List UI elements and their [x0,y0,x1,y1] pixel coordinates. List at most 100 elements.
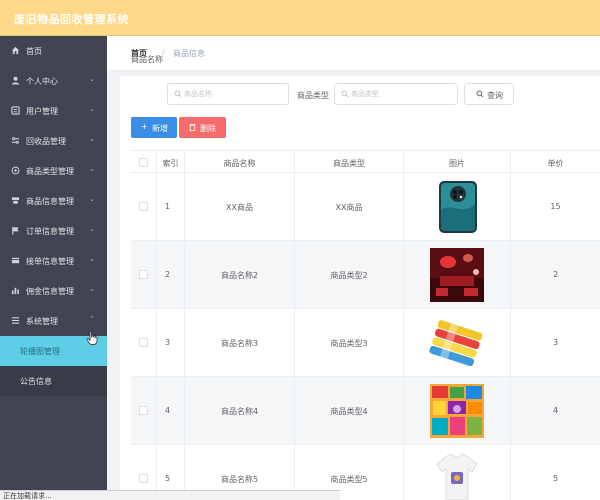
select-all-checkbox[interactable] [139,158,148,167]
sidebar-subitem-label: 公告信息 [20,377,52,386]
chevron-down-icon: ⌄ [89,285,95,293]
row-price: 3 [552,338,559,347]
header-goods-name: 商品名称 [223,159,256,168]
row-checkbox[interactable] [139,338,148,347]
user-icon [11,76,20,85]
delete-button-label: 删除 [200,124,216,133]
row-goods-name: 商品名称5 [220,475,259,484]
status-text: 正在加载请求... [3,492,52,500]
chevron-down-icon: ⌄ [89,105,95,113]
recycle-icon [11,137,20,144]
category-icon [11,166,20,175]
goods-icon [11,197,20,204]
add-button[interactable]: + 新增 [131,117,177,138]
chevron-up-icon: ⌃ [89,315,95,323]
table-header-row: 索引 商品名称 商品类型 图片 单价 [131,150,600,173]
search-icon [341,90,349,98]
sidebar-item-label: 系统管理 [26,317,58,326]
row-goods-name: 商品名称4 [220,407,259,416]
row-checkbox[interactable] [139,406,148,415]
goods-name-input[interactable] [184,87,284,101]
chevron-down-icon: ⌄ [89,195,95,203]
sidebar-item-recycle[interactable]: 回收品管理 ⌄ [0,126,107,156]
sidebar-item-users[interactable]: 用户管理 ⌄ [0,96,107,126]
sidebar-item-label: 用户管理 [26,107,58,116]
table-row: 2 商品名称2 商品类型2 2 [131,241,600,309]
breadcrumb: 首页 / 商品信息 [107,36,600,70]
chevron-down-icon: ⌄ [89,165,95,173]
row-price: 15 [550,202,561,211]
sidebar-item-profile[interactable]: 个人中心 ⌄ [0,66,107,96]
row-price: 5 [552,474,559,483]
table-row: 1 XX商品 XX商品 15 [131,173,600,241]
add-button-label: 新增 [152,124,168,133]
users-icon [11,106,20,115]
goods-name-label: 商品名称 [131,55,163,64]
sidebar-item-order-info[interactable]: 订单信息管理 ⌄ [0,216,107,246]
sidebar-item-home[interactable]: 首页 [0,36,107,66]
search-button-label: 查询 [487,91,503,100]
goods-type-field[interactable] [334,83,458,105]
sidebar-item-goods-type[interactable]: 商品类型管理 ⌄ [0,156,107,186]
row-goods-name: 商品名称2 [220,271,259,280]
header-price: 单价 [547,159,564,168]
sidebar-subitem-label: 轮播图管理 [20,347,60,356]
goods-thumbnail-phone [439,181,477,233]
row-goods-type: 商品类型4 [330,407,368,416]
flag-icon [12,226,19,235]
trash-icon [189,124,196,131]
header-index: 索引 [162,159,179,168]
sidebar-item-goods-info[interactable]: 商品信息管理 ⌄ [0,186,107,216]
header-image: 图片 [449,159,465,168]
chevron-down-icon: ⌄ [89,135,95,143]
row-goods-name: 商品名称3 [220,339,259,348]
top-header: 废旧物品回收管理系统 [0,0,600,36]
goods-thumbnail-assortment [430,384,484,438]
sidebar-item-label: 首页 [26,47,42,56]
breadcrumb-current: 商品信息 [173,49,205,58]
row-goods-type: 商品类型2 [330,271,368,280]
goods-thumbnail-snacks [429,316,485,370]
chevron-down-icon: ⌄ [89,225,95,233]
goods-thumbnail-interior [430,248,484,302]
table-row: 4 商品名称4 商品类型4 4 [131,377,600,445]
header-goods-type: 商品类型 [333,159,365,168]
sidebar-item-commission[interactable]: 佣金信息管理 ⌄ [0,276,107,306]
sidebar: 首页 个人中心 ⌄ 用户管理 ⌄ 回收品管理 ⌄ 商品类型管理 ⌄ 商品信息管理… [0,36,107,500]
goods-type-label: 商品类型 [297,91,329,100]
home-icon [11,46,20,55]
row-goods-type: 商品类型3 [330,339,368,348]
sidebar-item-label: 接单信息管理 [26,257,74,266]
search-icon [476,90,484,98]
row-checkbox[interactable] [139,270,148,279]
sidebar-item-label: 商品信息管理 [26,197,74,206]
row-goods-type: XX商品 [335,203,363,212]
row-checkbox[interactable] [139,202,148,211]
app-title: 废旧物品回收管理系统 [14,13,129,26]
menu-icon [11,317,20,324]
search-button[interactable]: 查询 [464,83,514,105]
chevron-down-icon: ⌄ [89,255,95,263]
sidebar-item-label: 回收品管理 [26,137,66,146]
goods-thumbnail-tshirt [433,452,481,500]
browser-status-bar: 正在加载请求... [0,490,340,500]
row-goods-type: 商品类型5 [330,475,368,484]
chevron-down-icon: ⌄ [89,75,95,83]
sidebar-item-label: 订单信息管理 [26,227,74,236]
goods-name-field[interactable] [167,83,289,105]
row-goods-name: XX商品 [226,203,253,212]
sidebar-item-label: 佣金信息管理 [26,287,74,296]
goods-type-input[interactable] [351,87,451,101]
sidebar-item-label: 商品类型管理 [26,167,74,176]
row-checkbox[interactable] [139,474,148,483]
table-row: 3 商品名称3 商品类型3 3 [131,309,600,377]
sidebar-subitem-notice[interactable]: 公告信息 [0,366,107,396]
row-price: 2 [552,270,559,279]
sidebar-item-accept-order[interactable]: 接单信息管理 ⌄ [0,246,107,276]
sidebar-item-label: 个人中心 [26,77,58,86]
chart-icon [11,287,19,295]
row-price: 4 [552,406,559,415]
plus-icon: + [141,122,148,131]
order-icon [11,257,20,264]
delete-button[interactable]: 删除 [179,117,226,138]
